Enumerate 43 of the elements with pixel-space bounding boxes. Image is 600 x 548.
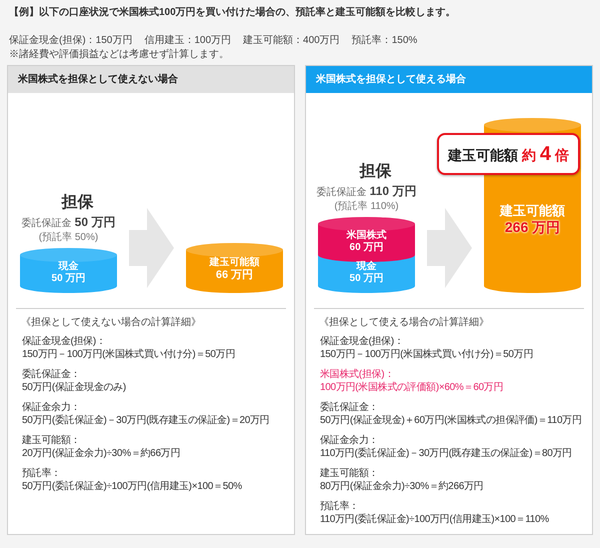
- calculation-entry: 建玉可能額： 80万円(保証金余力)÷30%＝約266万円: [320, 467, 484, 493]
- details-heading: 《担保として使えない場合の計算詳細》: [20, 316, 202, 329]
- details-heading: 《担保として使える場合の計算詳細》: [318, 316, 490, 329]
- segment-label: 現金: [58, 261, 78, 273]
- calculation-entry: 保証金現金(担保)： 150万円－100万円(米国株式買い付け分)＝50万円: [320, 335, 534, 361]
- deposit-amount: 110 万円: [370, 183, 416, 200]
- badge-ratio: 約 4 倍: [522, 142, 569, 167]
- condition-text: 保証金現金(担保)：150万円: [9, 34, 132, 48]
- page-title: 【例】以下の口座状況で米国株式100万円を買い付けた場合の、預託率と建玉可能額を比較します。: [8, 6, 457, 20]
- condition-text: 信用建玉：100万円: [144, 34, 232, 48]
- badge-label: 建玉可能額: [448, 146, 518, 165]
- calculation-entry: 委託保証金： 50万円(保証金現金のみ): [22, 368, 126, 394]
- note-text: ※諸経費や評価損益などは考慮せず計算します。: [8, 48, 230, 61]
- segment-amount: 50 万円: [350, 273, 384, 285]
- deposit-label: 委託保証金: [316, 186, 367, 200]
- result-amount: 266 万円: [504, 219, 560, 236]
- rate-text: (預託率 50%): [38, 231, 98, 244]
- panel-header: 米国株式を担保として使える場合: [306, 66, 592, 93]
- calculation-entry: 委託保証金： 50万円(保証金現金)＋60万円(米国株式の担保評価)＝110万円: [320, 401, 582, 427]
- result-label: 建玉可能額: [210, 257, 260, 269]
- calculation-entry: 保証金余力： 50万円(委託保証金)－30万円(既存建玉の保証金)＝20万円: [22, 401, 270, 427]
- calculation-entry: 預託率： 110万円(委託保証金)÷100万円(信用建玉)×100＝110%: [320, 500, 549, 526]
- result-label: 建玉可能額: [500, 203, 565, 219]
- calculation-entry: 保証金余力： 110万円(委託保証金)－30万円(既存建玉の保証金)＝80万円: [320, 434, 572, 460]
- segment-amount: 60 万円: [350, 242, 384, 254]
- calculation-entry: 預託率： 50万円(委託保証金)÷100万円(信用建玉)×100＝50%: [22, 467, 242, 493]
- panel-header: 米国株式を担保として使えない場合: [8, 66, 294, 93]
- calculation-entry: 建玉可能額： 20万円(保証金余力)÷30%＝約66万円: [22, 434, 180, 460]
- condition-text: 建玉可能額：400万円: [243, 34, 340, 48]
- segment-label: 現金: [356, 261, 376, 273]
- segment-amount: 50 万円: [52, 273, 86, 285]
- condition-text: 預託率：150%: [352, 34, 418, 48]
- result-amount: 66 万円: [216, 269, 254, 282]
- arrow-icon: [129, 208, 174, 288]
- deposit-label: 委託保証金: [22, 216, 72, 231]
- calculation-entry: 保証金現金(担保)： 150万円－100万円(米国株式買い付け分)＝50万円: [22, 335, 236, 361]
- rate-text: (預託率 110%): [334, 200, 399, 213]
- collateral-title: 担保: [62, 193, 94, 213]
- arrow-icon: [427, 208, 472, 288]
- deposit-amount: 50 万円: [74, 214, 116, 231]
- calculation-entry: 米国株式(担保)： 100万円(米国株式の評価額)×60%＝60万円: [320, 368, 504, 394]
- segment-label: 米国株式: [346, 230, 386, 242]
- collateral-title: 担保: [360, 162, 392, 182]
